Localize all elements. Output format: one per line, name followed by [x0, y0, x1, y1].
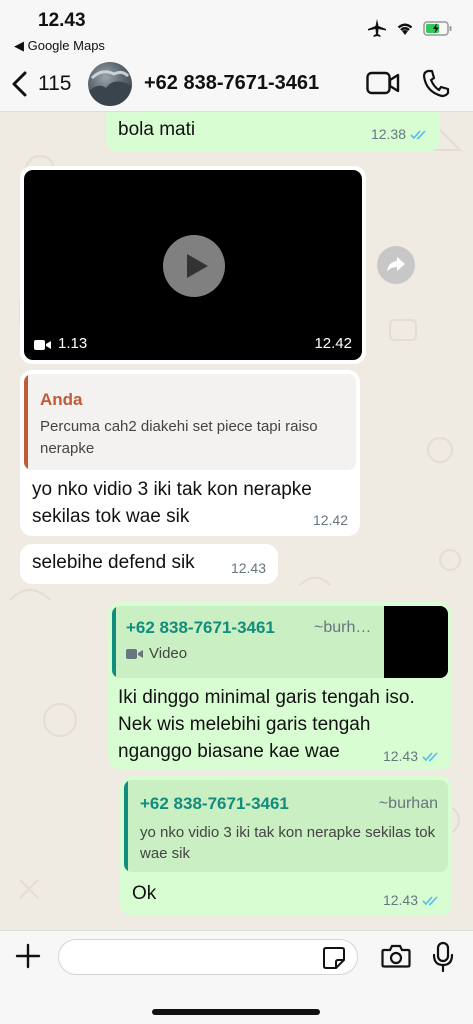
status-bar: 12.43 ◀ Google Maps: [0, 0, 473, 58]
status-icons: [367, 18, 453, 38]
message-text: selebihe defend sik: [32, 552, 195, 573]
incoming-video-message[interactable]: 1.13 12.42: [20, 166, 366, 364]
video-call-icon[interactable]: [366, 70, 400, 96]
message-input[interactable]: [58, 939, 358, 975]
contact-avatar[interactable]: [88, 62, 132, 106]
message-text: yo nko vidio 3 iki tak kon nerapke sekil…: [32, 479, 312, 527]
message-meta: 12.43: [383, 748, 440, 764]
message-text: Ok: [132, 883, 157, 904]
chat-header: 115 +62 838-7671-3461: [0, 58, 473, 112]
outgoing-message[interactable]: +62 838-7671-3461 ~burh… Video Iki dingg…: [108, 602, 452, 770]
airplane-icon: [368, 19, 386, 37]
quote-bar: [24, 374, 28, 470]
composer-bar: [0, 930, 473, 1024]
back-chevron-icon[interactable]: [10, 70, 30, 98]
outgoing-message[interactable]: bola mati 12.38: [106, 112, 440, 152]
message-meta: 12.43: [383, 892, 440, 908]
quote-text: Percuma cah2 diakehi set piece tapi rais…: [40, 418, 318, 457]
quote-author: +62 838-7671-3461: [140, 794, 289, 813]
message-time: 12.42: [312, 512, 348, 528]
message-meta: 12.38: [371, 126, 428, 142]
quote-author: +62 838-7671-3461: [126, 618, 275, 637]
forward-button[interactable]: [377, 246, 415, 284]
message-text: bola mati: [118, 119, 196, 140]
video-duration: 1.13: [58, 335, 88, 352]
camera-icon[interactable]: [381, 943, 411, 969]
message-time: 12.42: [314, 335, 352, 352]
quote-text: yo nko vidio 3 iki tak kon nerapke sekil…: [140, 824, 436, 862]
quoted-message[interactable]: +62 838-7671-3461 ~burhan yo nko vidio 3…: [124, 780, 448, 872]
read-ticks-icon: [422, 895, 438, 905]
battery-charging-icon: [423, 20, 452, 36]
read-ticks-icon: [410, 129, 426, 139]
quote-author: Anda: [40, 390, 83, 409]
quote-bar: [124, 780, 128, 872]
message-time: 12.38: [370, 126, 406, 142]
contact-name[interactable]: +62 838-7671-3461: [144, 72, 319, 95]
plus-icon[interactable]: [15, 943, 41, 969]
message-time: 12.43: [230, 560, 266, 576]
message-time: 12.43: [382, 748, 418, 764]
incoming-message[interactable]: Anda Percuma cah2 diakehi set piece tapi…: [20, 370, 360, 536]
quoted-message[interactable]: Anda Percuma cah2 diakehi set piece tapi…: [24, 374, 356, 470]
video-thumbnail[interactable]: 1.13 12.42: [24, 170, 362, 360]
sticker-icon[interactable]: [322, 946, 346, 970]
home-indicator[interactable]: [152, 1009, 320, 1015]
quoted-message[interactable]: +62 838-7671-3461 ~burh… Video: [112, 606, 448, 678]
outgoing-message[interactable]: +62 838-7671-3461 ~burhan yo nko vidio 3…: [120, 776, 452, 916]
play-icon[interactable]: [163, 235, 225, 297]
unread-chats-count[interactable]: 115: [38, 72, 71, 96]
read-ticks-icon: [422, 751, 438, 761]
incoming-message[interactable]: selebihe defend sik 12.43: [20, 544, 278, 584]
quote-video-thumbnail: [384, 606, 448, 678]
quote-alias: ~burh…: [314, 619, 372, 636]
wifi-icon: [397, 23, 413, 35]
message-time: 12.43: [382, 892, 418, 908]
message-list[interactable]: bola mati 12.38 1.13 12.42 Anda Percuma …: [0, 112, 473, 930]
microphone-icon[interactable]: [432, 941, 454, 973]
video-camera-icon: [34, 340, 51, 350]
quote-type: Video: [149, 645, 188, 662]
quote-alias: ~burhan: [378, 795, 438, 812]
status-time: 12.43: [38, 10, 86, 31]
back-to-app-link[interactable]: ◀ Google Maps: [14, 38, 105, 54]
voice-call-icon[interactable]: [422, 68, 450, 98]
video-camera-icon: [126, 649, 143, 659]
quote-bar: [112, 606, 116, 678]
forward-icon: [387, 257, 405, 272]
